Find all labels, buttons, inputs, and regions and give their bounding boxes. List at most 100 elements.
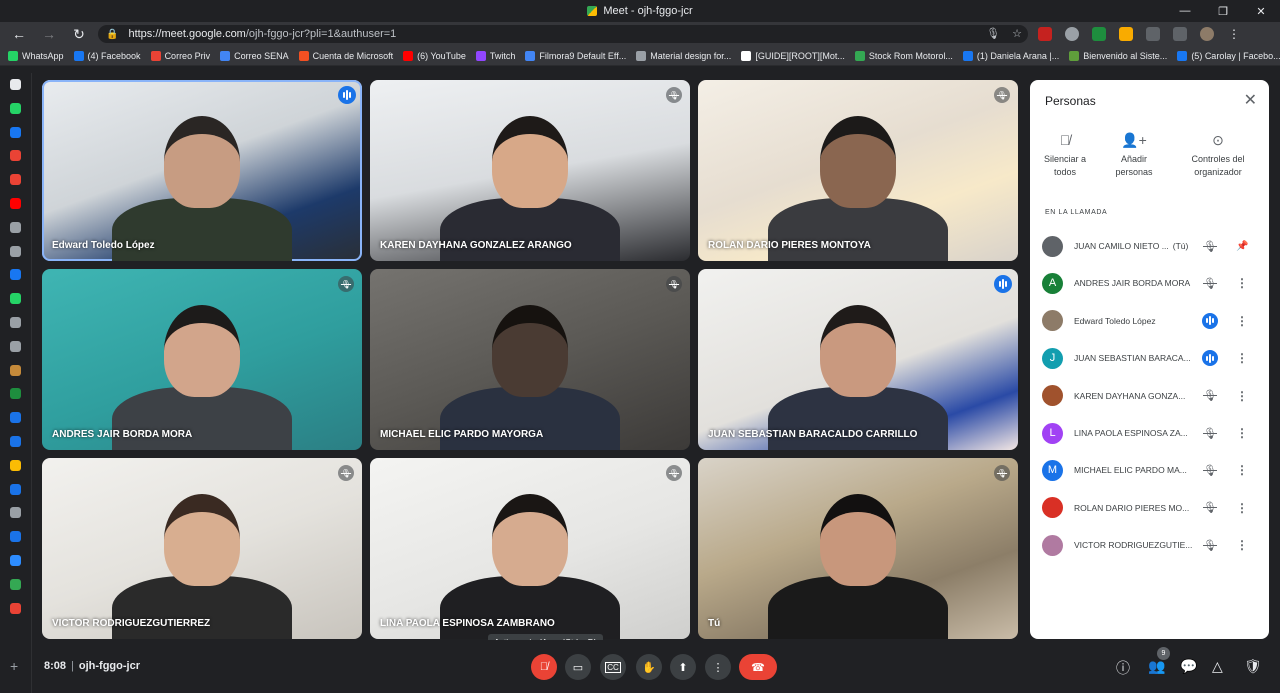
add-people-button[interactable]: 👤+ Añadir personas xyxy=(1099,133,1169,179)
bookmark-item[interactable]: (1) Daniela Arana |... xyxy=(962,50,1059,61)
bookmark-star-icon[interactable]: ☆ xyxy=(1012,27,1022,40)
participant-list-item[interactable]: M MICHAEL ELIC PARDO MA... 🎙 ⋮ xyxy=(1042,455,1262,485)
participant-tile[interactable]: 🎙 ROLAN DARIO PIERES MONTOYA xyxy=(698,80,1018,261)
more-options-icon[interactable]: ⋮ xyxy=(1236,463,1248,477)
dock-app-icon[interactable] xyxy=(10,555,21,566)
bookmark-item[interactable]: Correo SENA xyxy=(220,50,289,61)
participant-list-item[interactable]: VICTOR RODRIGUEZGUTIE... 🎙 ⋮ xyxy=(1042,530,1262,560)
profile-avatar-icon[interactable] xyxy=(1200,27,1214,41)
more-options-icon[interactable]: ⋮ xyxy=(1236,426,1248,440)
host-controls-button[interactable]: ⊙ Controles del organizador xyxy=(1183,133,1253,179)
bookmark-item[interactable]: (6) YouTube xyxy=(403,50,466,61)
close-window-icon[interactable]: ✕ xyxy=(1242,0,1280,22)
address-bar[interactable]: 🔒 https://meet.google.com/ojh-fggo-jcr?p… xyxy=(98,25,1028,43)
participant-tile[interactable]: 🎙 VICTOR RODRIGUEZGUTIERREZ xyxy=(42,458,362,639)
participant-tile[interactable]: 🎙 Tú xyxy=(698,458,1018,639)
restore-icon[interactable]: ❐ xyxy=(1204,0,1242,22)
leave-call-button[interactable]: ☎ xyxy=(739,654,777,680)
dock-app-icon[interactable] xyxy=(10,317,21,328)
bookmark-item[interactable]: Correo Priv xyxy=(150,50,210,61)
more-options-icon[interactable]: ⋮ xyxy=(1236,538,1248,552)
forward-icon[interactable]: → xyxy=(34,22,64,46)
pin-icon[interactable]: 📌 xyxy=(1236,241,1248,252)
dock-app-icon[interactable] xyxy=(10,245,21,257)
dock-app-icon[interactable] xyxy=(10,388,21,400)
bookmark-item[interactable]: Bienvenido al Siste... xyxy=(1069,50,1167,61)
mic-indicator-icon[interactable]: 🎙 xyxy=(986,27,1000,40)
puzzle-icon[interactable] xyxy=(1146,27,1160,41)
dock-app-icon[interactable] xyxy=(10,198,21,209)
activities-icon[interactable]: △ xyxy=(1212,658,1223,675)
more-options-icon[interactable]: ⋮ xyxy=(1236,276,1248,290)
extension-icon[interactable] xyxy=(1119,27,1133,41)
more-options-icon[interactable]: ⋮ xyxy=(1236,351,1248,365)
minimize-icon[interactable]: — xyxy=(1166,0,1204,22)
raise-hand-button[interactable]: ✋ xyxy=(636,654,662,680)
dock-app-icon[interactable] xyxy=(10,436,21,447)
dock-app-icon[interactable] xyxy=(10,483,21,495)
back-icon[interactable]: ← xyxy=(4,22,34,46)
bookmark-item[interactable]: Material design for... xyxy=(636,50,731,61)
captions-button[interactable]: CC xyxy=(600,654,626,680)
host-shield-icon[interactable]: 🛡 xyxy=(1244,658,1262,675)
chat-icon[interactable]: 💬 xyxy=(1180,658,1197,675)
bookmark-item[interactable]: WhatsApp xyxy=(8,50,64,61)
dock-app-icon[interactable] xyxy=(10,602,21,614)
participant-list-item[interactable]: A ANDRES JAIR BORDA MORA 🎙 ⋮ xyxy=(1042,268,1262,298)
participant-list-item[interactable]: Edward Toledo López ⋮ xyxy=(1042,306,1262,336)
participant-list-item[interactable]: JUAN CAMILO NIETO ... (Tú) 🎙 📌 xyxy=(1042,231,1262,261)
close-panel-icon[interactable]: ✕ xyxy=(1244,90,1257,110)
menu-kebab-icon[interactable]: ⋮ xyxy=(1227,27,1241,41)
dock-app-icon[interactable] xyxy=(10,150,21,162)
dock-app-icon[interactable] xyxy=(10,531,21,543)
reading-list-icon[interactable] xyxy=(1173,27,1187,41)
dock-app-icon[interactable] xyxy=(10,364,21,376)
dock-app-icon[interactable] xyxy=(10,102,21,114)
dock-app-icon[interactable] xyxy=(10,126,21,138)
dock-app-icon[interactable] xyxy=(10,79,21,90)
dock-app-icon[interactable] xyxy=(10,507,21,519)
more-options-icon[interactable]: ⋮ xyxy=(1236,389,1248,403)
participant-tile[interactable]: 🎙 LINA PAOLA ESPINOSA ZAMBRANO xyxy=(370,458,690,639)
extension-icon[interactable] xyxy=(1065,27,1079,41)
info-icon[interactable]: ⓘ xyxy=(1116,658,1130,678)
dock-app-icon[interactable] xyxy=(10,269,21,281)
dock-app-icon[interactable] xyxy=(10,293,21,305)
dock-app-icon[interactable] xyxy=(10,459,21,471)
mic-toggle-button[interactable]: 🎙̸ xyxy=(531,654,557,680)
present-screen-button[interactable]: ⬆ xyxy=(670,654,696,680)
mute-all-button[interactable]: 🎙̸ Silenciar a todos xyxy=(1030,133,1100,179)
mic-muted-icon: 🎙 xyxy=(338,465,354,481)
dock-app-icon[interactable] xyxy=(10,221,21,233)
participant-list-item[interactable]: L LINA PAOLA ESPINOSA ZA... 🎙 ⋮ xyxy=(1042,418,1262,448)
extension-icon[interactable] xyxy=(1038,27,1052,41)
participant-tile[interactable]: JUAN SEBASTIAN BARACALDO CARRILLO xyxy=(698,269,1018,450)
bookmark-item[interactable]: Twitch xyxy=(475,50,515,61)
bookmark-item[interactable]: Cuenta de Microsoft xyxy=(298,50,393,61)
participant-list-item[interactable]: ROLAN DARIO PIERES MO... 🎙 ⋮ xyxy=(1042,493,1262,523)
lock-icon[interactable]: 🔒 xyxy=(106,29,118,40)
dock-app-icon[interactable] xyxy=(10,412,21,424)
bookmark-item[interactable]: [GUIDE][ROOT][Mot... xyxy=(741,50,845,61)
people-icon[interactable]: 👥 xyxy=(1148,658,1165,675)
bookmark-item[interactable]: (5) Carolay | Facebo... xyxy=(1177,50,1280,61)
extension-icon[interactable] xyxy=(1092,27,1106,41)
bookmark-item[interactable]: Filmora9 Default Eff... xyxy=(525,50,626,61)
more-options-button[interactable]: ⋮ xyxy=(705,654,731,680)
dock-app-icon[interactable] xyxy=(10,174,21,186)
dock-app-icon[interactable] xyxy=(10,340,21,352)
more-options-icon[interactable]: ⋮ xyxy=(1236,314,1248,328)
participant-tile[interactable]: Edward Toledo López xyxy=(42,80,362,261)
participant-tile[interactable]: 🎙 MICHAEL ELIC PARDO MAYORGA xyxy=(370,269,690,450)
participant-tile[interactable]: 🎙 ANDRES JAIR BORDA MORA xyxy=(42,269,362,450)
reload-icon[interactable]: ↻ xyxy=(64,22,94,46)
dock-app-icon[interactable] xyxy=(10,578,21,590)
participant-tile[interactable]: 🎙 KAREN DAYHANA GONZALEZ ARANGO xyxy=(370,80,690,261)
bookmark-item[interactable]: (4) Facebook xyxy=(73,50,141,61)
participant-list-item[interactable]: KAREN DAYHANA GONZA... 🎙 ⋮ xyxy=(1042,381,1262,411)
dock-add-icon[interactable]: + xyxy=(10,658,18,674)
bookmark-item[interactable]: Stock Rom Motorol... xyxy=(854,50,953,61)
participant-list-item[interactable]: J JUAN SEBASTIAN BARACA... ⋮ xyxy=(1042,343,1262,373)
more-options-icon[interactable]: ⋮ xyxy=(1236,501,1248,515)
camera-toggle-button[interactable]: ▭ xyxy=(565,654,591,680)
